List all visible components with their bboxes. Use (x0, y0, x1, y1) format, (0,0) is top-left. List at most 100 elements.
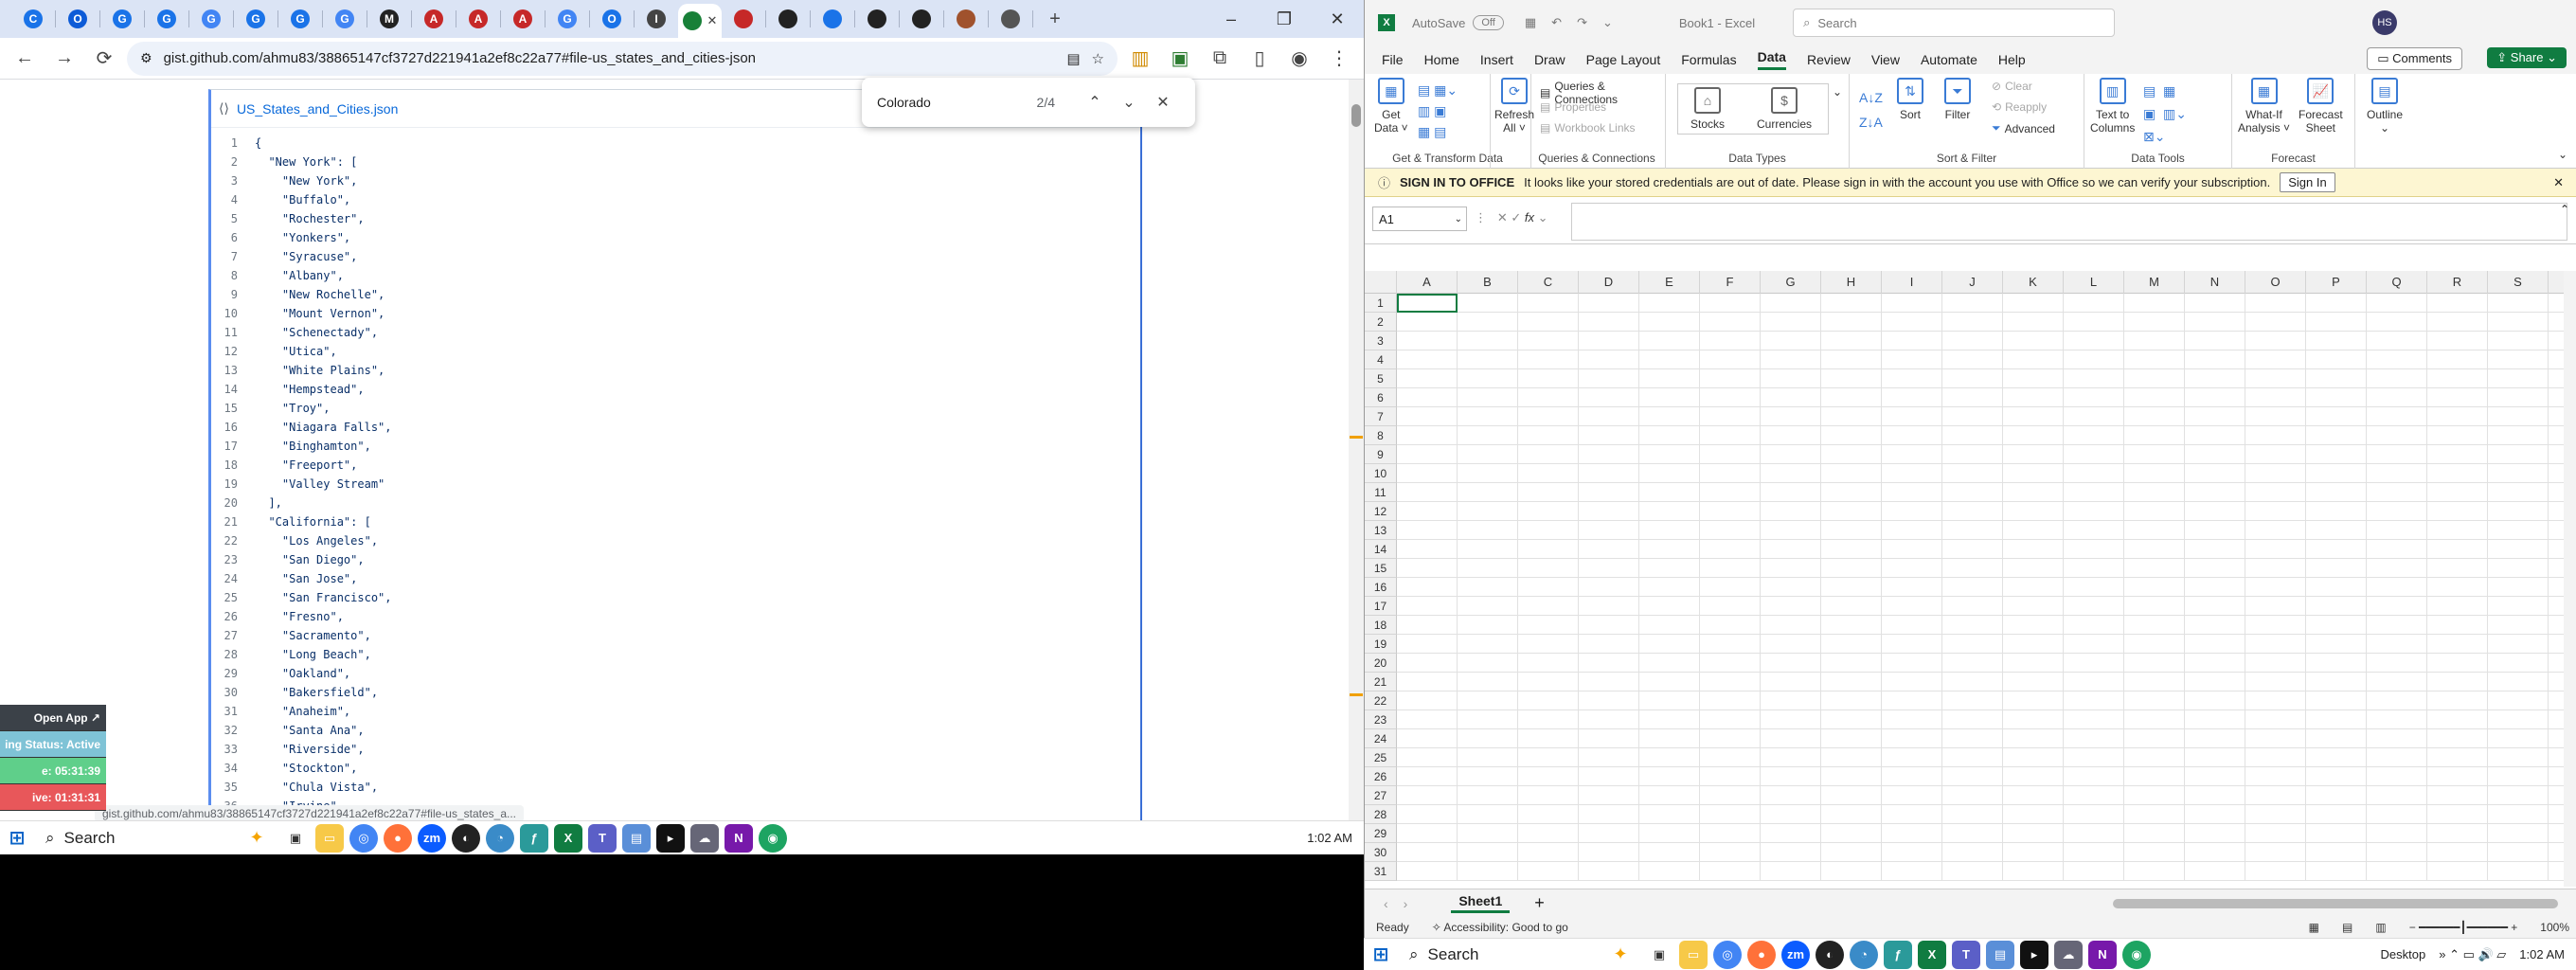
reload-icon[interactable]: ⟳ (87, 42, 121, 76)
row-header[interactable]: 15 (1365, 559, 1397, 578)
open-app-button[interactable]: Open App ↗ (0, 705, 106, 731)
line-number[interactable]: 35 (211, 778, 255, 797)
excel-icon[interactable]: X (1918, 940, 1946, 969)
reapply-button[interactable]: ⟲ Reapply (1992, 100, 2047, 114)
file-explorer-icon[interactable]: ▭ (1679, 940, 1708, 969)
sidepanel-icon[interactable]: ▯ (1243, 42, 1277, 76)
onenote-icon[interactable]: N (2088, 940, 2117, 969)
line-number[interactable]: 12 (211, 342, 255, 361)
line-number[interactable]: 9 (211, 285, 255, 304)
undo-icon[interactable]: ↶ (1551, 15, 1562, 30)
refresh-all-button[interactable]: ⟳ Refresh All ˅ (1494, 78, 1534, 135)
line-number[interactable]: 30 (211, 683, 255, 702)
app-icon[interactable]: ◐ (452, 823, 480, 853)
back-icon[interactable]: ← (8, 42, 42, 76)
ribbon-tab-file[interactable]: File (1382, 52, 1404, 67)
file-explorer-icon[interactable]: ▭ (315, 823, 344, 853)
extension-icon[interactable]: ▥ (1123, 42, 1157, 76)
zoom-level[interactable]: 100% (2540, 921, 2569, 934)
sheet-tab[interactable]: Sheet1 (1451, 893, 1511, 913)
line-number[interactable]: 28 (211, 645, 255, 664)
find-input[interactable]: Colorado (877, 95, 1037, 110)
app-icon[interactable]: ▤ (622, 823, 651, 853)
chrome-icon[interactable]: ◎ (349, 823, 378, 853)
browser-tab[interactable]: G (278, 4, 322, 34)
row-header[interactable]: 12 (1365, 502, 1397, 521)
row-header[interactable]: 7 (1365, 407, 1397, 426)
active-cell-a1[interactable] (1397, 294, 1458, 313)
save-icon[interactable]: ▦ (1525, 15, 1536, 30)
properties-button[interactable]: ▤ Properties (1540, 100, 1606, 114)
column-header[interactable]: P (2306, 271, 2367, 294)
terminal-icon[interactable]: ▸ (2020, 940, 2048, 969)
zoom-slider[interactable]: − ━━━━━━┃━━━━━━ + (2409, 921, 2518, 934)
row-header[interactable]: 21 (1365, 673, 1397, 692)
browser-tab[interactable] (944, 4, 988, 34)
enter-icon[interactable]: ✓ (1511, 210, 1521, 225)
row-header[interactable]: 9 (1365, 445, 1397, 464)
zoom-icon[interactable]: zm (1781, 940, 1810, 969)
workbook-links-button[interactable]: ▤ Workbook Links (1540, 121, 1636, 135)
column-header[interactable]: F (1700, 271, 1761, 294)
expand-formula-icon[interactable]: ⌃ (2560, 203, 2569, 216)
normal-view-icon[interactable]: ▦ (2309, 921, 2319, 934)
row-header[interactable]: 20 (1365, 654, 1397, 673)
copilot-icon[interactable]: ✦ (238, 823, 276, 853)
app-icon[interactable]: ☁ (2054, 940, 2083, 969)
browser-tab[interactable]: G (145, 4, 188, 34)
taskbar-clock[interactable]: 1:02 AM (2519, 947, 2576, 961)
profile-icon[interactable]: ◉ (1282, 42, 1316, 76)
line-number[interactable]: 21 (211, 512, 255, 531)
column-header[interactable]: Q (2367, 271, 2427, 294)
forward-icon[interactable]: → (47, 42, 81, 76)
copilot-icon[interactable]: ✦ (1601, 941, 1639, 969)
task-view-icon[interactable]: ▣ (1645, 941, 1673, 969)
teams-icon[interactable]: T (1952, 940, 1980, 969)
teams-icon[interactable]: T (588, 823, 617, 853)
row-header[interactable]: 18 (1365, 616, 1397, 635)
infobar-close-icon[interactable]: ✕ (2553, 175, 2564, 190)
line-number[interactable]: 17 (211, 437, 255, 456)
gist-filename-link[interactable]: US_States_and_Cities.json (237, 101, 398, 117)
advanced-button[interactable]: ⏷ Advanced (1992, 121, 2055, 135)
browser-tab[interactable]: G (234, 4, 277, 34)
line-number[interactable]: 25 (211, 588, 255, 607)
line-number[interactable]: 11 (211, 323, 255, 342)
ribbon-tab-data[interactable]: Data (1757, 49, 1786, 70)
data-tools-icons[interactable]: ▤ ▦ ▣ ▥⌄ ⊠⌄ (2143, 80, 2187, 148)
task-view-icon[interactable]: ▣ (281, 824, 310, 853)
line-number[interactable]: 27 (211, 626, 255, 645)
zoom-icon[interactable]: zm (418, 823, 446, 853)
ribbon-tab-home[interactable]: Home (1424, 52, 1459, 67)
line-number[interactable]: 20 (211, 494, 255, 512)
row-header[interactable]: 25 (1365, 748, 1397, 767)
row-header[interactable]: 23 (1365, 710, 1397, 729)
accessibility-status[interactable]: ✧ Accessibility: Good to go (1432, 921, 1568, 934)
find-prev-icon[interactable]: ⌃ (1078, 93, 1112, 112)
browser-tab[interactable] (900, 4, 943, 34)
column-header[interactable]: R (2427, 271, 2488, 294)
browser-tab[interactable] (722, 4, 765, 34)
line-number[interactable]: 14 (211, 380, 255, 399)
what-if-analysis-button[interactable]: ▦ What-If Analysis ˅ (2238, 78, 2290, 135)
onenote-icon[interactable]: N (724, 823, 753, 853)
minimize-button[interactable]: – (1205, 0, 1258, 38)
line-number[interactable]: 19 (211, 475, 255, 494)
browser-tab[interactable]: C (11, 4, 55, 34)
column-header[interactable]: M (2124, 271, 2185, 294)
ribbon-tab-review[interactable]: Review (1807, 52, 1851, 67)
filter-button[interactable]: ⏷ Filter (1944, 78, 1971, 121)
row-header[interactable]: 5 (1365, 369, 1397, 388)
row-header[interactable]: 11 (1365, 483, 1397, 502)
find-next-icon[interactable]: ⌄ (1112, 93, 1146, 112)
column-header[interactable]: I (1882, 271, 1942, 294)
line-number[interactable]: 4 (211, 190, 255, 209)
ribbon-tab-view[interactable]: View (1871, 52, 1900, 67)
line-number[interactable]: 22 (211, 531, 255, 550)
row-header[interactable]: 29 (1365, 824, 1397, 843)
row-header[interactable]: 4 (1365, 350, 1397, 369)
insert-function-icon[interactable]: fx (1525, 210, 1534, 225)
site-info-icon[interactable]: ⚙ (140, 50, 152, 66)
vertical-scrollbar[interactable] (2564, 271, 2576, 887)
column-header[interactable]: J (1942, 271, 2003, 294)
